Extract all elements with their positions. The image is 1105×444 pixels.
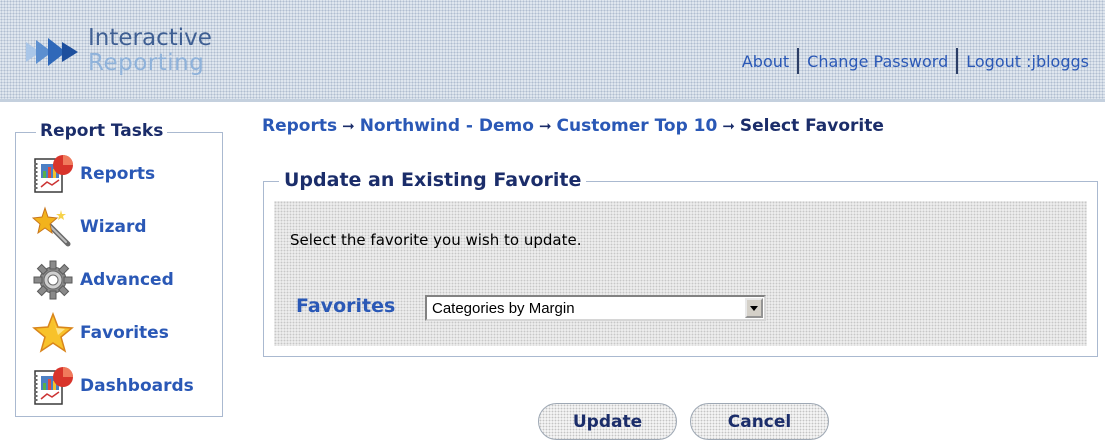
wizard-icon — [32, 206, 71, 247]
breadcrumb-current: Select Favorite — [739, 116, 884, 136]
breadcrumb-reports[interactable]: Reports — [262, 116, 337, 136]
reports-icon — [34, 155, 73, 193]
sidebar-item-label: Reports — [80, 164, 156, 184]
sidebar-item-dashboards[interactable]: Dashboards — [32, 365, 194, 407]
breadcrumb: Reports ➞ Northwind - Demo ➞ Customer Top 10… — [262, 116, 884, 136]
panel-title: Update an Existing Favorite — [279, 169, 587, 191]
sidebar-item-favorites[interactable]: Favorites — [32, 312, 169, 354]
sidebar-item-label: Favorites — [80, 323, 169, 343]
logout-link[interactable]: Logout :jbloggs — [958, 52, 1097, 71]
breadcrumb-arrow-icon: ➞ — [342, 117, 355, 135]
cancel-button[interactable]: Cancel — [690, 403, 829, 440]
chevron-down-icon — [750, 306, 758, 311]
about-link[interactable]: About — [734, 52, 797, 71]
breadcrumb-northwind-demo[interactable]: Northwind - Demo — [360, 116, 534, 136]
dashboard-icon — [34, 367, 73, 405]
logo-arrows-icon — [26, 38, 78, 66]
dropdown-button[interactable] — [745, 298, 763, 318]
favorites-selected-value: Categories by Margin — [432, 300, 575, 317]
logo-line-1: Interactive — [88, 25, 212, 51]
logo-line-2: Reporting — [88, 50, 205, 76]
panel-body: Select the favorite you wish to update. … — [274, 201, 1087, 346]
breadcrumb-customer-top-10[interactable]: Customer Top 10 — [557, 116, 718, 136]
logo-text: Interactive Reporting — [88, 26, 212, 76]
top-links: About Change Password Logout :jbloggs — [734, 47, 1097, 75]
gear-icon — [33, 260, 73, 300]
header-bar: Interactive Reporting About Change Passw… — [0, 0, 1105, 102]
sidebar-item-label: Dashboards — [80, 376, 194, 396]
report-tasks-panel: Report Tasks Reports Wizard Advanced Fav… — [15, 121, 223, 417]
update-button[interactable]: Update — [538, 403, 677, 440]
sidebar-item-wizard[interactable]: Wizard — [32, 206, 147, 248]
breadcrumb-arrow-icon: ➞ — [538, 117, 552, 135]
sidebar-item-label: Wizard — [80, 217, 147, 237]
star-icon — [32, 312, 74, 353]
instruction-text: Select the favorite you wish to update. — [290, 231, 582, 249]
sidebar-item-label: Advanced — [80, 270, 174, 290]
favorites-select[interactable]: Categories by Margin — [425, 295, 766, 321]
breadcrumb-arrow-icon: ➞ — [722, 117, 735, 135]
sidebar-item-advanced[interactable]: Advanced — [32, 259, 174, 301]
favorites-label: Favorites — [296, 295, 396, 317]
sidebar-item-reports[interactable]: Reports — [32, 153, 155, 195]
report-tasks-title: Report Tasks — [36, 121, 168, 141]
change-password-link[interactable]: Change Password — [799, 52, 956, 71]
update-favorite-panel: Update an Existing Favorite Select the f… — [263, 169, 1098, 357]
